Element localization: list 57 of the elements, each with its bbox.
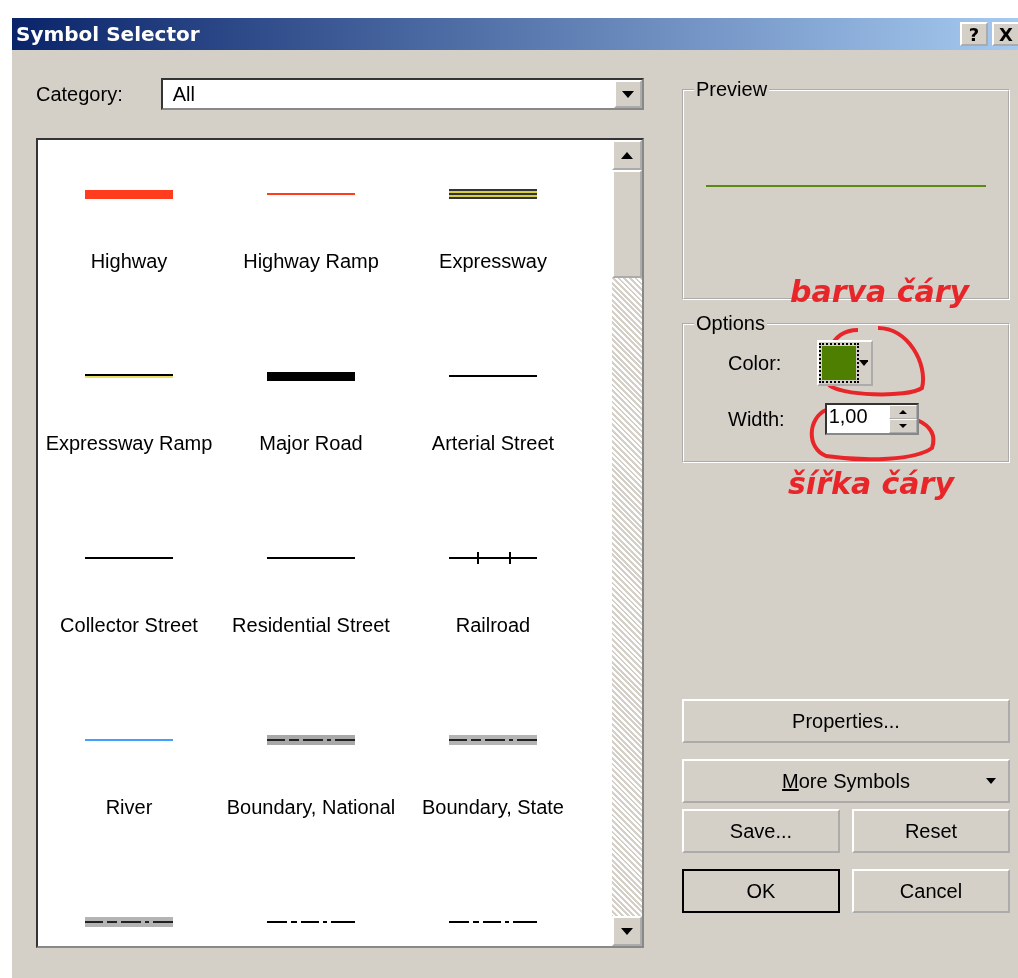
- symbol-item[interactable]: Residential Street: [220, 524, 402, 706]
- symbol-item[interactable]: Boundary, State: [402, 706, 584, 888]
- spin-up-button[interactable]: [888, 405, 917, 419]
- button[interactable]: OK: [682, 869, 840, 913]
- category-dropdown[interactable]: All: [160, 78, 644, 110]
- annotation-text: barva čáry: [790, 274, 970, 309]
- close-button[interactable]: X: [992, 22, 1018, 46]
- symbol-label: Expressway: [438, 249, 548, 274]
- symbol-label: Highway Ramp: [242, 249, 380, 274]
- width-label: Width:: [728, 407, 785, 431]
- menu-button[interactable]: More Symbols: [682, 759, 1010, 803]
- symbol-label: Residential Street: [231, 613, 391, 638]
- symbol-label: River: [104, 795, 154, 820]
- symbol-label: Boundary, National: [225, 795, 397, 820]
- arrow-down-icon: [621, 927, 633, 935]
- spin-down-button[interactable]: [888, 419, 917, 433]
- symbol-item[interactable]: Collector Street: [38, 524, 220, 706]
- symbol-label: Boundary, State: [421, 795, 565, 820]
- scroll-up-button[interactable]: [612, 140, 642, 170]
- symbol-label: Arterial Street: [430, 431, 556, 456]
- symbol-label: Highway: [89, 249, 169, 274]
- button[interactable]: Cancel: [852, 869, 1010, 913]
- symbol-item[interactable]: Highway: [38, 160, 220, 342]
- dropdown-arrow-button[interactable]: [614, 80, 642, 108]
- category-label: Category:: [36, 82, 123, 106]
- arrow-up-icon: [621, 151, 633, 159]
- symbol-label: Railroad: [454, 613, 532, 638]
- color-label: Color:: [728, 351, 782, 375]
- symbol-label: Expressway Ramp: [44, 431, 214, 456]
- width-spinner[interactable]: 1,00: [824, 403, 919, 435]
- options-label: Options: [695, 312, 766, 335]
- button[interactable]: Save...: [682, 809, 840, 853]
- symbol-item[interactable]: Boundary, National: [220, 706, 402, 888]
- symbol-item[interactable]: Railroad: [402, 524, 584, 706]
- scroll-thumb[interactable]: [612, 170, 642, 278]
- caret-icon: [622, 90, 634, 98]
- symbol-item[interactable]: Arterial Street: [402, 342, 584, 524]
- window-title: Symbol Selector: [16, 22, 200, 46]
- symbol-item[interactable]: Highway Ramp: [220, 160, 402, 342]
- annotation-text: šířka čáry: [788, 466, 954, 501]
- caret-icon: [986, 778, 996, 784]
- scrollbar[interactable]: [612, 140, 642, 946]
- symbol-item[interactable]: River: [38, 706, 220, 888]
- symbol-item[interactable]: Major Road: [220, 342, 402, 524]
- symbol-label: Collector Street: [59, 613, 199, 638]
- symbol-item[interactable]: Expressway Ramp: [38, 342, 220, 524]
- caret-icon: [858, 360, 869, 366]
- arrow-up-icon: [898, 410, 907, 414]
- scroll-down-button[interactable]: [612, 916, 642, 946]
- button[interactable]: Reset: [852, 809, 1010, 853]
- preview-label: Preview: [695, 78, 769, 101]
- button[interactable]: Properties...: [682, 699, 1010, 743]
- symbol-item[interactable]: Expressway: [402, 160, 584, 342]
- arrow-down-icon: [898, 424, 907, 428]
- symbol-label: Major Road: [258, 431, 364, 456]
- help-button[interactable]: ?: [960, 22, 988, 46]
- color-picker-button[interactable]: [817, 340, 874, 386]
